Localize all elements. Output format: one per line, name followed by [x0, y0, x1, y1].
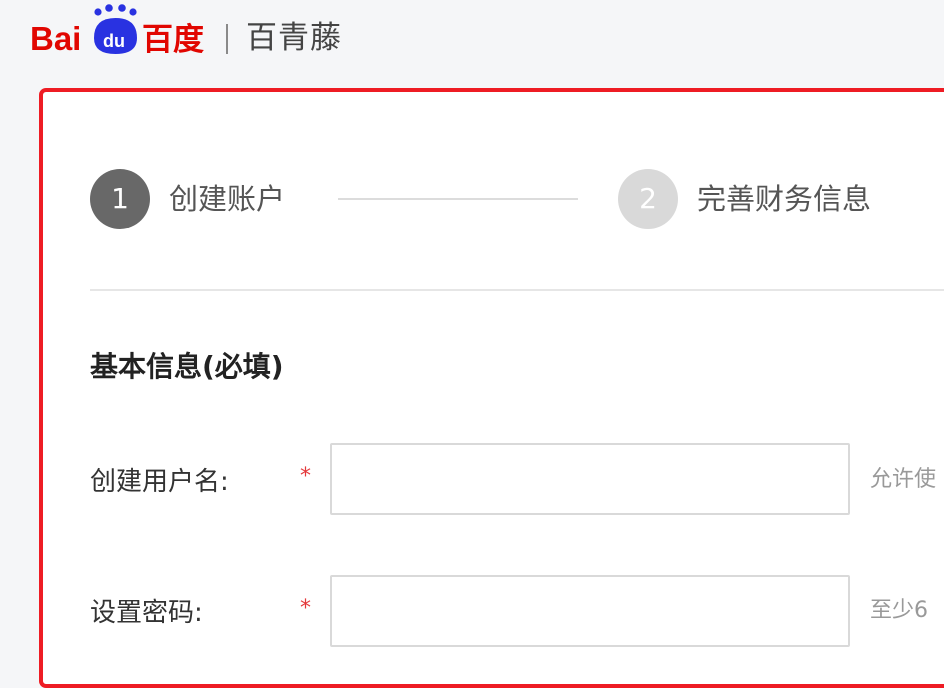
baidu-logo[interactable]: Bai du 百度	[30, 0, 210, 60]
password-required-mark: *	[300, 596, 311, 621]
svg-text:du: du	[103, 31, 125, 51]
step-1-label: 创建账户	[169, 182, 286, 216]
step-1-circle: 1	[90, 169, 150, 229]
section-divider	[90, 289, 944, 291]
page-header: Bai du 百度 百青藤	[0, 0, 944, 80]
step-2-circle: 2	[618, 169, 678, 229]
logo-separator	[226, 24, 228, 54]
product-name: 百青藤	[246, 20, 342, 56]
section-title: 基本信息(必填)	[90, 350, 284, 383]
svg-text:百度: 百度	[142, 22, 204, 58]
password-hint: 至少6	[870, 598, 928, 623]
username-required-mark: *	[300, 464, 311, 489]
password-label: 设置密码:	[90, 598, 203, 628]
username-hint: 允许使	[870, 467, 937, 492]
step-2-label: 完善财务信息	[697, 182, 872, 216]
username-input[interactable]	[330, 443, 850, 515]
step-connector-line	[338, 198, 578, 200]
svg-text:Bai: Bai	[30, 20, 81, 57]
password-input[interactable]	[330, 575, 850, 647]
username-label: 创建用户名:	[90, 467, 229, 497]
